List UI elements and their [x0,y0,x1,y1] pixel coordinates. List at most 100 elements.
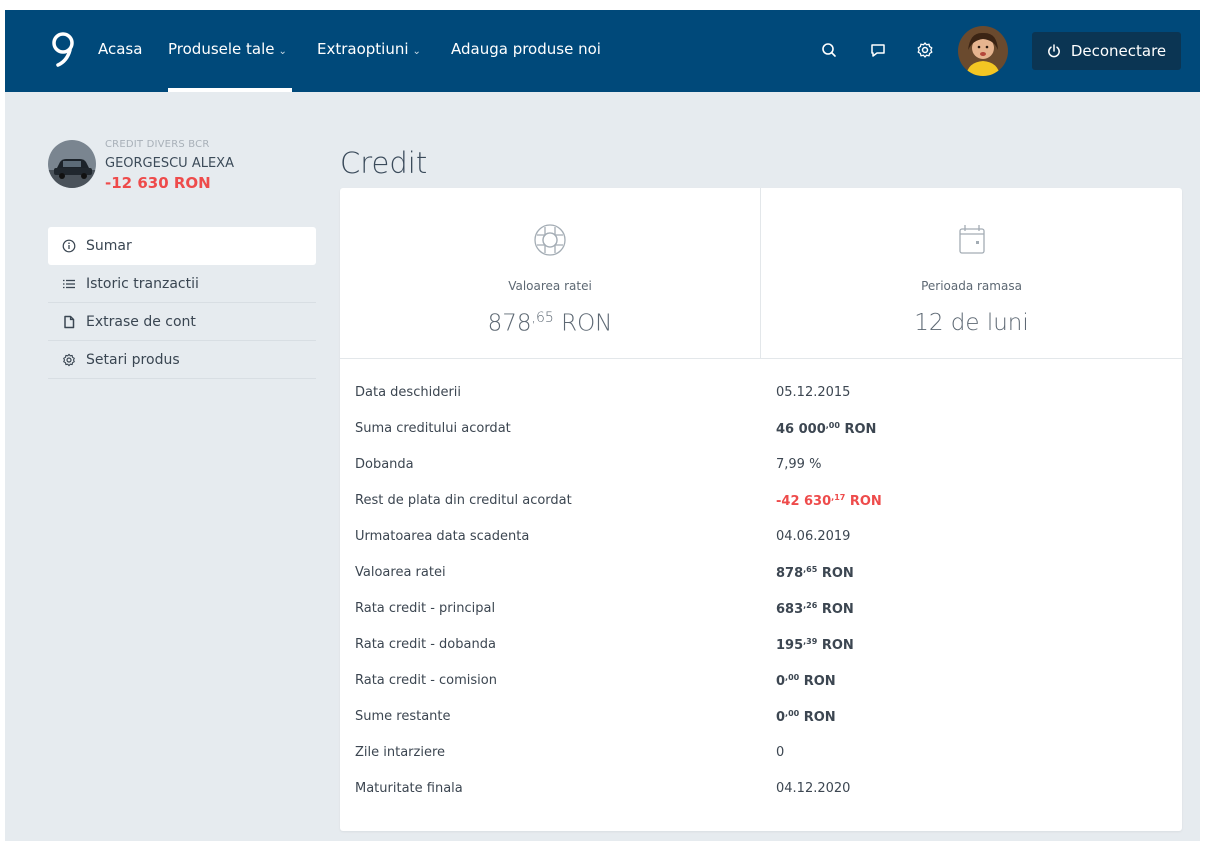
sidebar-item-label: Sumar [86,238,132,254]
detail-value: 7,99 % [776,457,822,472]
interest-unit: RON [817,638,854,653]
nav-extra-options-label: Extraoptiuni [317,40,409,58]
product-owner: GEORGESCU ALEXA [105,156,234,171]
detail-label: Rata credit - dobanda [355,637,496,652]
installment-stat: Valoarea ratei 878,65 RON [340,188,761,358]
detail-row-arrears: Sume restante 0,00 RON [355,709,1167,729]
product-avatar [48,140,96,188]
chevron-down-icon: ⌄ [412,46,421,57]
commission-int: 0 [776,674,786,689]
detail-label: Suma creditului acordat [355,421,511,436]
nav-active-indicator [168,88,292,92]
sidebar-item-summary[interactable]: Sumar [48,227,316,265]
installment-int: 878 [776,566,804,581]
detail-value: 04.12.2020 [776,781,851,796]
product-type: CREDIT DIVERS BCR [105,139,210,150]
detail-row-maturity: Maturitate finala 04.12.2020 [355,781,1167,801]
nav-extra-options[interactable]: Extraoptiuni ⌄ [317,40,421,58]
nav-home[interactable]: Acasa [98,40,142,58]
sidebar-item-settings[interactable]: Setari produs [48,341,316,379]
detail-row-days-late: Zile intarziere 0 [355,745,1167,765]
arrears-int: 0 [776,710,786,725]
detail-value: 05.12.2015 [776,385,851,400]
detail-row-installment: Valoarea ratei 878,65 RON [355,565,1167,585]
detail-row-interest-rate: Rata credit - dobanda 195,39 RON [355,637,1167,657]
chat-icon[interactable] [869,41,887,59]
principal-dec: ,26 [803,601,818,610]
list-icon [63,279,75,288]
remaining-period-stat: Perioada ramasa 12 de luni [761,188,1182,358]
amount-dec: ,00 [825,421,840,430]
detail-label: Dobanda [355,457,414,472]
document-icon [64,315,75,328]
interest-int: 195 [776,638,804,653]
installment-unit: RON [553,310,613,337]
detail-row-interest: Dobanda 7,99 % [355,457,1167,477]
user-avatar[interactable] [958,26,1008,76]
power-icon [1047,44,1060,58]
installment-unit: RON [817,566,854,581]
arrears-dec: ,00 [785,709,800,718]
detail-label: Zile intarziere [355,745,446,760]
installment-dec: ,65 [803,565,818,574]
detail-value: 46 000,00 RON [776,421,876,437]
amount-unit: RON [839,422,877,437]
detail-row-principal: Rata credit - principal 683,26 RON [355,601,1167,621]
app-frame: Acasa Produsele tale ⌄ Extraoptiuni ⌄ Adau… [5,10,1200,841]
page-title: Credit [340,146,428,180]
period-value: 12 de luni [914,310,1029,336]
gear-icon [63,353,75,366]
sidebar-item-label: Extrase de cont [86,313,196,330]
detail-value: 0,00 RON [776,673,836,689]
amount-int: 46 000 [776,422,826,437]
user-photo-icon [958,26,1008,76]
sidebar-item-label: Setari produs [86,351,180,368]
credit-details-card: Valoarea ratei 878,65 RON Perioada ramas… [340,188,1182,831]
detail-label: Rata credit - comision [355,673,497,688]
calendar-icon [958,225,985,254]
detail-value: 0 [776,745,785,760]
detail-value: 04.06.2019 [776,529,851,544]
nav-add-products[interactable]: Adauga produse noi [451,40,601,58]
principal-int: 683 [776,602,804,617]
sidebar-item-transactions[interactable]: Istoric tranzactii [48,265,316,303]
detail-label: Valoarea ratei [355,565,446,580]
nav-products-label: Produsele tale [168,40,275,58]
detail-label: Rata credit - principal [355,601,496,616]
detail-label: Rest de plata din creditul acordat [355,493,572,508]
gear-icon[interactable] [916,41,934,59]
detail-value: 683,26 RON [776,601,854,617]
logo-icon[interactable] [49,28,79,72]
installment-dec: ,65 [531,310,554,326]
sidebar-menu: Sumar Istoric tranzactii Extrase de cont [48,227,316,379]
info-icon [62,239,76,253]
remaining-int: -42 630 [776,494,832,509]
detail-row-remaining: Rest de plata din creditul acordat -42 6… [355,493,1167,513]
detail-value: 878,65 RON [776,565,854,581]
logout-label: Deconectare [1070,42,1167,60]
period-label: Perioada ramasa [921,279,1022,293]
detail-value: -42 630,17 RON [776,493,882,509]
detail-value: 0,00 RON [776,709,836,725]
detail-label: Urmatoarea data scadenta [355,529,530,544]
detail-row-open-date: Data deschiderii 05.12.2015 [355,385,1167,405]
detail-label: Sume restante [355,709,451,724]
detail-value: 195,39 RON [776,637,854,653]
sidebar-item-label: Istoric tranzactii [86,275,199,292]
search-icon[interactable] [820,41,838,59]
lifebuoy-icon [534,224,566,256]
detail-label: Data deschiderii [355,385,462,400]
top-navigation: Acasa Produsele tale ⌄ Extraoptiuni ⌄ Adau… [5,10,1200,92]
chevron-down-icon: ⌄ [278,46,287,57]
interest-dec: ,39 [803,637,818,646]
installment-int: 878 [487,310,532,337]
remaining-unit: RON [845,494,882,509]
logout-button[interactable]: Deconectare [1032,32,1181,70]
sidebar-item-statements[interactable]: Extrase de cont [48,303,316,341]
arrears-unit: RON [799,710,836,725]
product-balance: -12 630 RON [105,174,211,192]
detail-row-next-due: Urmatoarea data scadenta 04.06.2019 [355,529,1167,549]
nav-products[interactable]: Produsele tale ⌄ [168,40,287,58]
nav-home-label: Acasa [98,40,143,58]
card-divider [340,358,1182,359]
